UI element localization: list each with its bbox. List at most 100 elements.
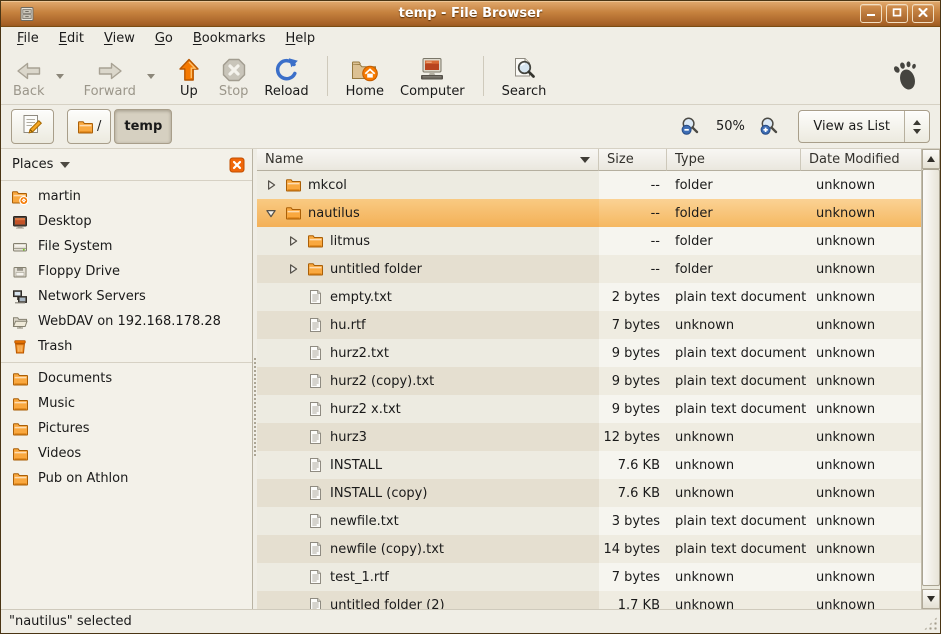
chevron-down-icon xyxy=(147,74,155,79)
expander-collapsed-icon[interactable] xyxy=(263,179,278,191)
minimize-button[interactable] xyxy=(860,4,882,23)
scroll-up-button[interactable] xyxy=(922,149,940,169)
reload-icon xyxy=(274,55,300,83)
places-selector[interactable]: Places xyxy=(12,157,70,172)
file-row-hurz2-txt[interactable]: hurz2.txt9 bytesplain text documentunkno… xyxy=(257,339,921,367)
chevron-down-icon xyxy=(56,74,64,79)
sidebar-item-file-system[interactable]: File System xyxy=(1,234,252,259)
sidebar-item-music[interactable]: Music xyxy=(1,391,252,416)
menu-help[interactable]: Help xyxy=(276,29,326,48)
menu-go[interactable]: Go xyxy=(145,29,183,48)
file-row-install-copy[interactable]: INSTALL (copy)7.6 KBunknownunknown xyxy=(257,479,921,507)
file-name-label: INSTALL (copy) xyxy=(330,486,427,501)
column-header-name[interactable]: Name xyxy=(257,149,599,171)
file-name-cell[interactable]: mkcol xyxy=(257,171,599,199)
sidebar-item-pictures[interactable]: Pictures xyxy=(1,416,252,441)
back-history-dropdown[interactable] xyxy=(53,59,68,93)
sidebar-item-pub-on-athlon[interactable]: Pub on Athlon xyxy=(1,466,252,491)
file-row-test-1-rtf[interactable]: test_1.rtf7 bytesunknownunknown xyxy=(257,563,921,591)
file-row-hurz2-x-txt[interactable]: hurz2 x.txt9 bytesplain text documentunk… xyxy=(257,395,921,423)
file-row-mkcol[interactable]: mkcol--folderunknown xyxy=(257,171,921,199)
sidebar-item-floppy-drive[interactable]: Floppy Drive xyxy=(1,259,252,284)
forward-history-dropdown[interactable] xyxy=(144,59,159,93)
file-name-cell[interactable]: hu.rtf xyxy=(257,311,599,339)
file-name-cell[interactable]: litmus xyxy=(257,227,599,255)
file-row-install[interactable]: INSTALL7.6 KBunknownunknown xyxy=(257,451,921,479)
file-row-newfile-copy-txt[interactable]: newfile (copy).txt14 bytesplain text doc… xyxy=(257,535,921,563)
stop-button[interactable]: Stop xyxy=(211,52,257,101)
sort-descending-icon xyxy=(580,157,590,163)
file-name-cell[interactable]: hurz2.txt xyxy=(257,339,599,367)
file-size-cell: 1.7 KB xyxy=(599,591,667,609)
close-button[interactable] xyxy=(912,4,934,23)
file-name-cell[interactable]: hurz3 xyxy=(257,423,599,451)
vertical-scrollbar[interactable] xyxy=(921,149,940,609)
shared-folder-icon xyxy=(11,314,29,330)
folder-icon xyxy=(11,446,29,462)
file-date-cell: unknown xyxy=(801,563,921,591)
file-name-cell[interactable]: hurz2 x.txt xyxy=(257,395,599,423)
file-name-cell[interactable]: test_1.rtf xyxy=(257,563,599,591)
file-row-newfile-txt[interactable]: newfile.txt3 bytesplain text documentunk… xyxy=(257,507,921,535)
sidebar-item-network-servers[interactable]: Network Servers xyxy=(1,284,252,309)
sidebar-item-martin[interactable]: martin xyxy=(1,184,252,209)
sidebar-item-videos[interactable]: Videos xyxy=(1,441,252,466)
file-name-cell[interactable]: untitled folder xyxy=(257,255,599,283)
file-name-cell[interactable]: untitled folder (2) xyxy=(257,591,599,609)
menu-view[interactable]: View xyxy=(94,29,145,48)
file-name-cell[interactable]: empty.txt xyxy=(257,283,599,311)
file-row-untitled-folder-2[interactable]: untitled folder (2)1.7 KBunknownunknown xyxy=(257,591,921,609)
file-row-untitled-folder[interactable]: untitled folder--folderunknown xyxy=(257,255,921,283)
expander-collapsed-icon[interactable] xyxy=(285,263,300,275)
column-header-date-modified[interactable]: Date Modified xyxy=(801,149,921,171)
maximize-icon xyxy=(892,6,902,21)
home-button[interactable]: Home xyxy=(338,52,392,101)
sidebar-item-label: Documents xyxy=(38,371,112,386)
file-name-cell[interactable]: newfile.txt xyxy=(257,507,599,535)
expander-expanded-icon[interactable] xyxy=(263,207,278,219)
file-row-nautilus[interactable]: nautilus--folderunknown xyxy=(257,199,921,227)
menu-file[interactable]: File xyxy=(7,29,49,48)
file-row-hurz3[interactable]: hurz312 bytesunknownunknown xyxy=(257,423,921,451)
file-name-cell[interactable]: INSTALL xyxy=(257,451,599,479)
file-icon xyxy=(305,513,325,529)
path-button-[interactable]: / xyxy=(67,109,111,144)
menu-edit[interactable]: Edit xyxy=(49,29,94,48)
edit-location-button[interactable] xyxy=(11,109,54,144)
zoom-in-button[interactable] xyxy=(759,116,780,137)
stop-icon xyxy=(221,55,247,83)
scrollbar-thumb[interactable] xyxy=(922,169,940,586)
sidebar-item-webdav-on-192-168-178-28[interactable]: WebDAV on 192.168.178.28 xyxy=(1,309,252,334)
path-button-temp[interactable]: temp xyxy=(114,109,172,144)
file-row-hurz2-copy-txt[interactable]: hurz2 (copy).txt9 bytesplain text docume… xyxy=(257,367,921,395)
forward-button[interactable]: Forward xyxy=(76,52,144,101)
sidebar-separator xyxy=(1,362,252,363)
file-row-empty-txt[interactable]: empty.txt2 bytesplain text documentunkno… xyxy=(257,283,921,311)
sidebar-close-button[interactable] xyxy=(229,157,245,173)
zoom-out-button[interactable] xyxy=(680,116,701,137)
sidebar-item-documents[interactable]: Documents xyxy=(1,366,252,391)
column-header-size[interactable]: Size xyxy=(599,149,667,171)
computer-button[interactable]: Computer xyxy=(392,52,473,101)
search-button[interactable]: Search xyxy=(494,52,555,101)
file-row-litmus[interactable]: litmus--folderunknown xyxy=(257,227,921,255)
menu-bookmarks[interactable]: Bookmarks xyxy=(183,29,276,48)
expander-collapsed-icon[interactable] xyxy=(285,235,300,247)
file-name-cell[interactable]: INSTALL (copy) xyxy=(257,479,599,507)
back-button[interactable]: Back xyxy=(5,52,53,101)
resize-grip[interactable] xyxy=(923,616,938,631)
titlebar[interactable]: temp - File Browser xyxy=(1,1,940,27)
up-button[interactable]: Up xyxy=(167,52,211,101)
home-icon xyxy=(350,55,380,83)
sidebar-item-trash[interactable]: Trash xyxy=(1,334,252,359)
reload-button[interactable]: Reload xyxy=(256,52,316,101)
file-name-cell[interactable]: newfile (copy).txt xyxy=(257,535,599,563)
scroll-down-button[interactable] xyxy=(922,589,940,609)
column-header-type[interactable]: Type xyxy=(667,149,801,171)
file-name-cell[interactable]: nautilus xyxy=(257,199,599,227)
sidebar-item-desktop[interactable]: Desktop xyxy=(1,209,252,234)
maximize-button[interactable] xyxy=(886,4,908,23)
view-selector[interactable]: View as List xyxy=(798,110,930,143)
file-row-hu-rtf[interactable]: hu.rtf7 bytesunknownunknown xyxy=(257,311,921,339)
file-name-cell[interactable]: hurz2 (copy).txt xyxy=(257,367,599,395)
